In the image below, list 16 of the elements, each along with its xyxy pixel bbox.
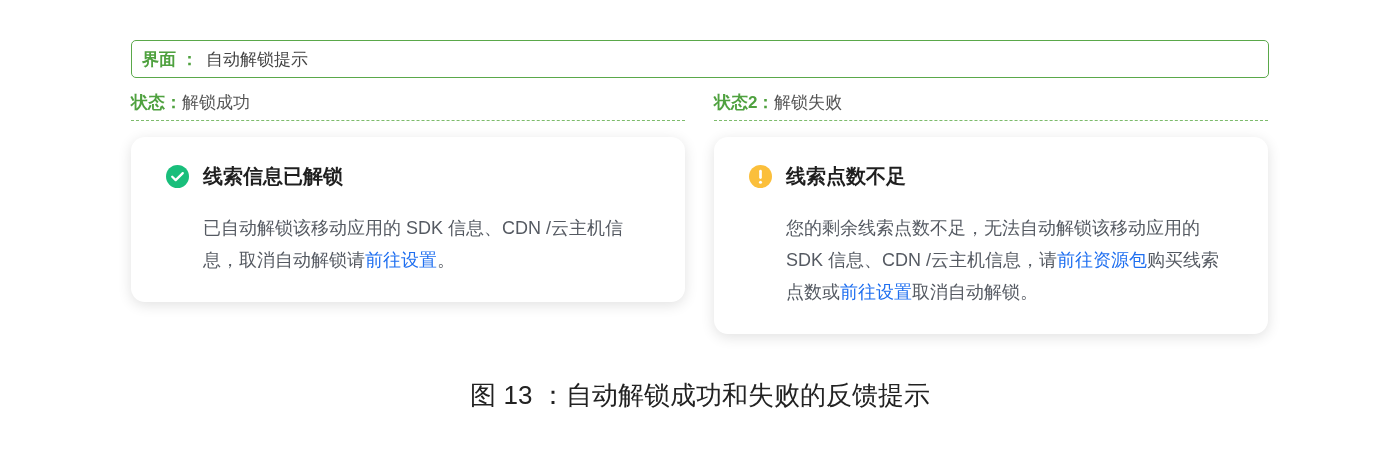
settings-link[interactable]: 前往设置 xyxy=(365,250,437,270)
notice-message: 您的剩余线索点数不足，无法自动解锁该移动应用的 SDK 信息、CDN /云主机信息，请前往资源包购买线索点数或前往设置取消自动解锁。 xyxy=(786,217,1220,304)
interface-label: 界面 ： xyxy=(142,48,198,71)
notice-message: 已自动解锁该移动应用的 SDK 信息、CDN /云主机信息，取消自动解锁请前往设置。 xyxy=(203,217,624,272)
state-label: 状态2： xyxy=(714,91,775,114)
settings-link[interactable]: 前往设置 xyxy=(840,282,912,302)
state-value: 解锁失败 xyxy=(774,91,843,114)
notice-title: 线索点数不足 xyxy=(786,164,906,189)
notice-title: 线索信息已解锁 xyxy=(203,164,343,189)
state-value: 解锁成功 xyxy=(182,91,250,114)
check-circle-icon xyxy=(166,165,189,188)
figure-caption: 图 13 ：自动解锁成功和失败的反馈提示 xyxy=(469,379,931,412)
interface-name: 自动解锁提示 xyxy=(205,48,308,71)
warning-icon xyxy=(749,165,772,188)
settings-link[interactable]: 前往资源包 xyxy=(1057,250,1147,270)
state-label: 状态： xyxy=(131,91,182,114)
